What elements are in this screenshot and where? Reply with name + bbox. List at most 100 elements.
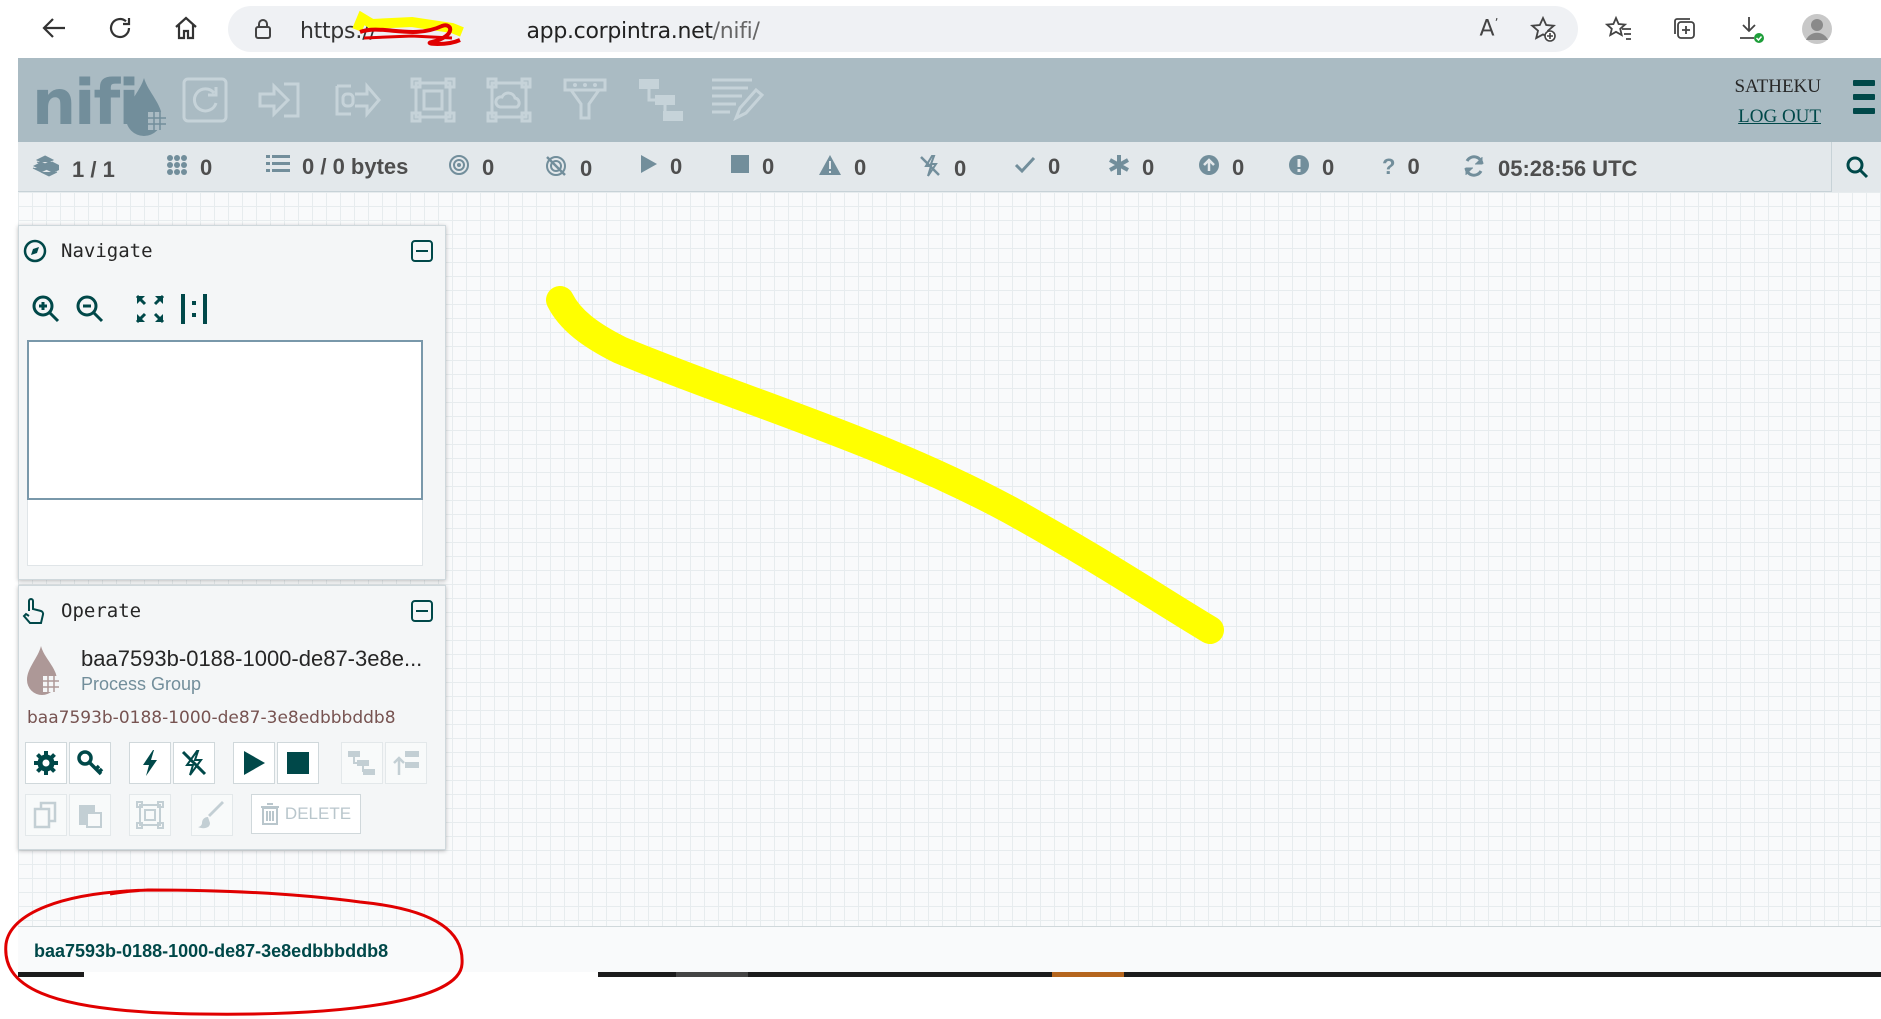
processor-icon[interactable] (176, 72, 234, 128)
nifi-logo-text: nifi (32, 66, 140, 139)
remote-process-group-icon[interactable] (480, 72, 538, 128)
favorites-icon[interactable] (1602, 12, 1636, 46)
operate-panel: Operate baa7593b-0188-1000-de87-3e8e... … (18, 585, 446, 850)
delete-button[interactable]: DELETE (251, 794, 361, 834)
read-aloud-icon[interactable]: Aʼ (1472, 12, 1506, 46)
operate-title: Operate (61, 600, 142, 622)
create-template-button[interactable] (341, 742, 383, 784)
stop-icon (287, 752, 309, 774)
color-button[interactable] (191, 794, 233, 836)
funnel-icon[interactable] (556, 72, 614, 128)
last-refreshed-value: 05:28:56 UTC (1498, 156, 1638, 181)
stopped-value: 0 (762, 154, 775, 179)
refresh-status-icon[interactable] (1462, 154, 1486, 184)
configure-button[interactable] (25, 742, 67, 784)
bottom-strip (18, 972, 1881, 977)
zoom-out-button[interactable] (69, 288, 111, 330)
running-stat: 0 (640, 154, 682, 180)
invalid-value: 0 (854, 155, 867, 180)
add-favorite-icon[interactable] (1526, 12, 1560, 46)
birdseye-area[interactable] (27, 500, 423, 566)
navigate-header[interactable]: Navigate (19, 226, 445, 276)
collections-icon[interactable] (1668, 12, 1702, 46)
strip-segment-orange (1052, 972, 1124, 977)
group-button[interactable] (129, 794, 171, 836)
play-icon (244, 751, 265, 775)
back-icon[interactable] (36, 10, 72, 46)
queued-icon (166, 154, 188, 182)
global-menu-icon[interactable] (1853, 80, 1875, 122)
template-icon (348, 751, 375, 775)
locally-modified-stale-value: 0 (1322, 155, 1335, 180)
browser-toolbar: https://app.corpintra.net/nifi/ Aʼ (0, 0, 1881, 56)
paste-icon (79, 805, 102, 828)
check-icon (1014, 154, 1036, 180)
active-threads-stat: 1 / 1 (30, 154, 115, 186)
paste-button[interactable] (69, 794, 111, 836)
redaction-scribble (352, 10, 464, 46)
group-icon (136, 801, 164, 829)
selection-type: Process Group (81, 674, 202, 694)
list-icon (266, 154, 290, 180)
strip-segment-light (84, 972, 598, 977)
process-group-icon[interactable] (404, 72, 462, 128)
access-policies-button[interactable] (69, 742, 111, 784)
compass-icon (23, 239, 47, 268)
profile-avatar-icon[interactable] (1800, 12, 1834, 46)
not-transmitting-stat: 0 (544, 154, 592, 184)
lock-icon (254, 18, 272, 45)
actual-size-icon (181, 294, 207, 324)
sync-failure-value: 0 (1407, 154, 1420, 179)
stop-button[interactable] (277, 742, 319, 784)
disable-button[interactable] (173, 742, 215, 784)
not-transmitting-icon (544, 154, 568, 184)
nifi-header: nifi SATHEKU LOG OUT (18, 58, 1881, 142)
disabled-icon (918, 154, 942, 184)
total-queued-stat: 0 (166, 154, 212, 182)
locally-modified-value: 0 (1142, 155, 1155, 180)
enable-button[interactable] (129, 742, 171, 784)
play-icon (640, 154, 658, 180)
breadcrumb-current[interactable]: baa7593b-0188-1000-de87-3e8edbbbddb8 (34, 941, 388, 962)
trash-icon (260, 803, 279, 825)
user-info: SATHEKU LOG OUT (1734, 76, 1821, 128)
actual-size-button[interactable] (173, 288, 215, 330)
threads-icon (30, 154, 60, 186)
stale-stat: 0 (1198, 154, 1244, 182)
nifi-logo: nifi (32, 66, 166, 139)
search-button[interactable] (1831, 142, 1881, 192)
home-icon[interactable] (168, 10, 204, 46)
navigate-panel: Navigate (18, 225, 446, 580)
delete-label: DELETE (284, 804, 352, 823)
logout-link[interactable]: LOG OUT (1734, 106, 1821, 128)
zoom-in-icon (32, 295, 60, 323)
stop-icon (730, 154, 750, 180)
total-queued-value: 0 (200, 155, 213, 180)
question-icon: ? (1382, 154, 1396, 179)
upload-template-button[interactable] (385, 742, 427, 784)
fit-button[interactable] (129, 288, 171, 330)
hand-pointer-icon (21, 597, 47, 630)
copy-button[interactable] (25, 794, 67, 836)
url-path: /nifi/ (712, 19, 760, 44)
locally-modified-stat: 0 (1108, 154, 1154, 182)
output-port-icon[interactable] (328, 72, 386, 128)
transmitting-icon (448, 154, 470, 182)
input-port-icon[interactable] (252, 72, 310, 128)
collapse-navigate-button[interactable] (411, 240, 433, 262)
collapse-operate-button[interactable] (411, 600, 433, 622)
invalid-stat: 0 (818, 154, 866, 182)
template-icon[interactable] (632, 72, 690, 128)
start-button[interactable] (233, 742, 275, 784)
label-icon[interactable] (708, 72, 766, 128)
zoom-in-button[interactable] (25, 288, 67, 330)
selection-id: baa7593b-0188-1000-de87-3e8edbbbddb8 (27, 708, 396, 728)
active-threads-value: 1 / 1 (72, 157, 115, 182)
stopped-stat: 0 (730, 154, 774, 180)
birdseye-viewport[interactable] (27, 340, 423, 500)
strip-segment-gray (676, 972, 748, 977)
operate-header[interactable]: Operate (19, 586, 445, 636)
downloads-icon[interactable] (1734, 12, 1768, 46)
queued-bytes-stat: 0 / 0 bytes (266, 154, 408, 180)
refresh-icon[interactable] (102, 10, 138, 46)
